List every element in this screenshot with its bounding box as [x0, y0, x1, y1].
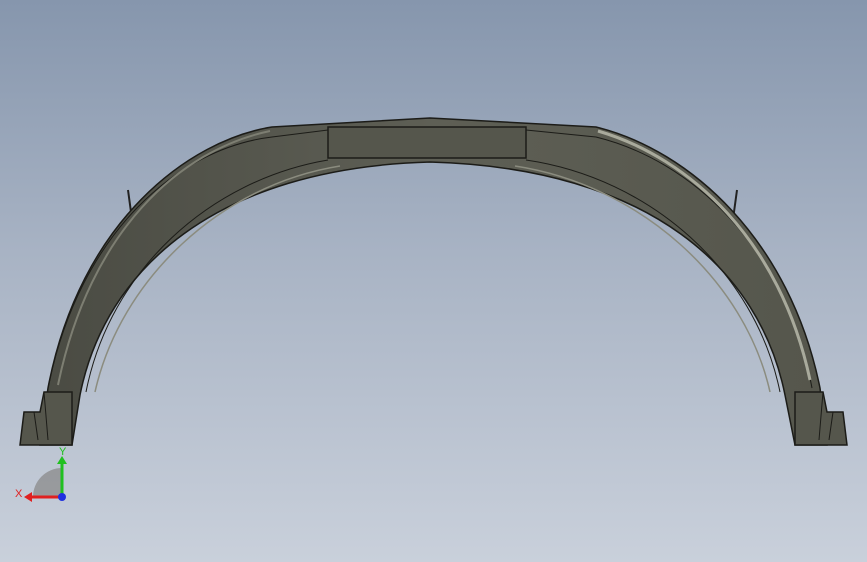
- axis-triad: X Y: [15, 446, 67, 502]
- triad-plane: [33, 468, 62, 497]
- x-axis-label: X: [15, 488, 23, 500]
- x-arrow-icon: [24, 492, 32, 502]
- 3d-viewport[interactable]: X Y: [0, 0, 867, 562]
- z-axis-icon: [58, 493, 66, 501]
- y-axis-label: Y: [59, 446, 67, 458]
